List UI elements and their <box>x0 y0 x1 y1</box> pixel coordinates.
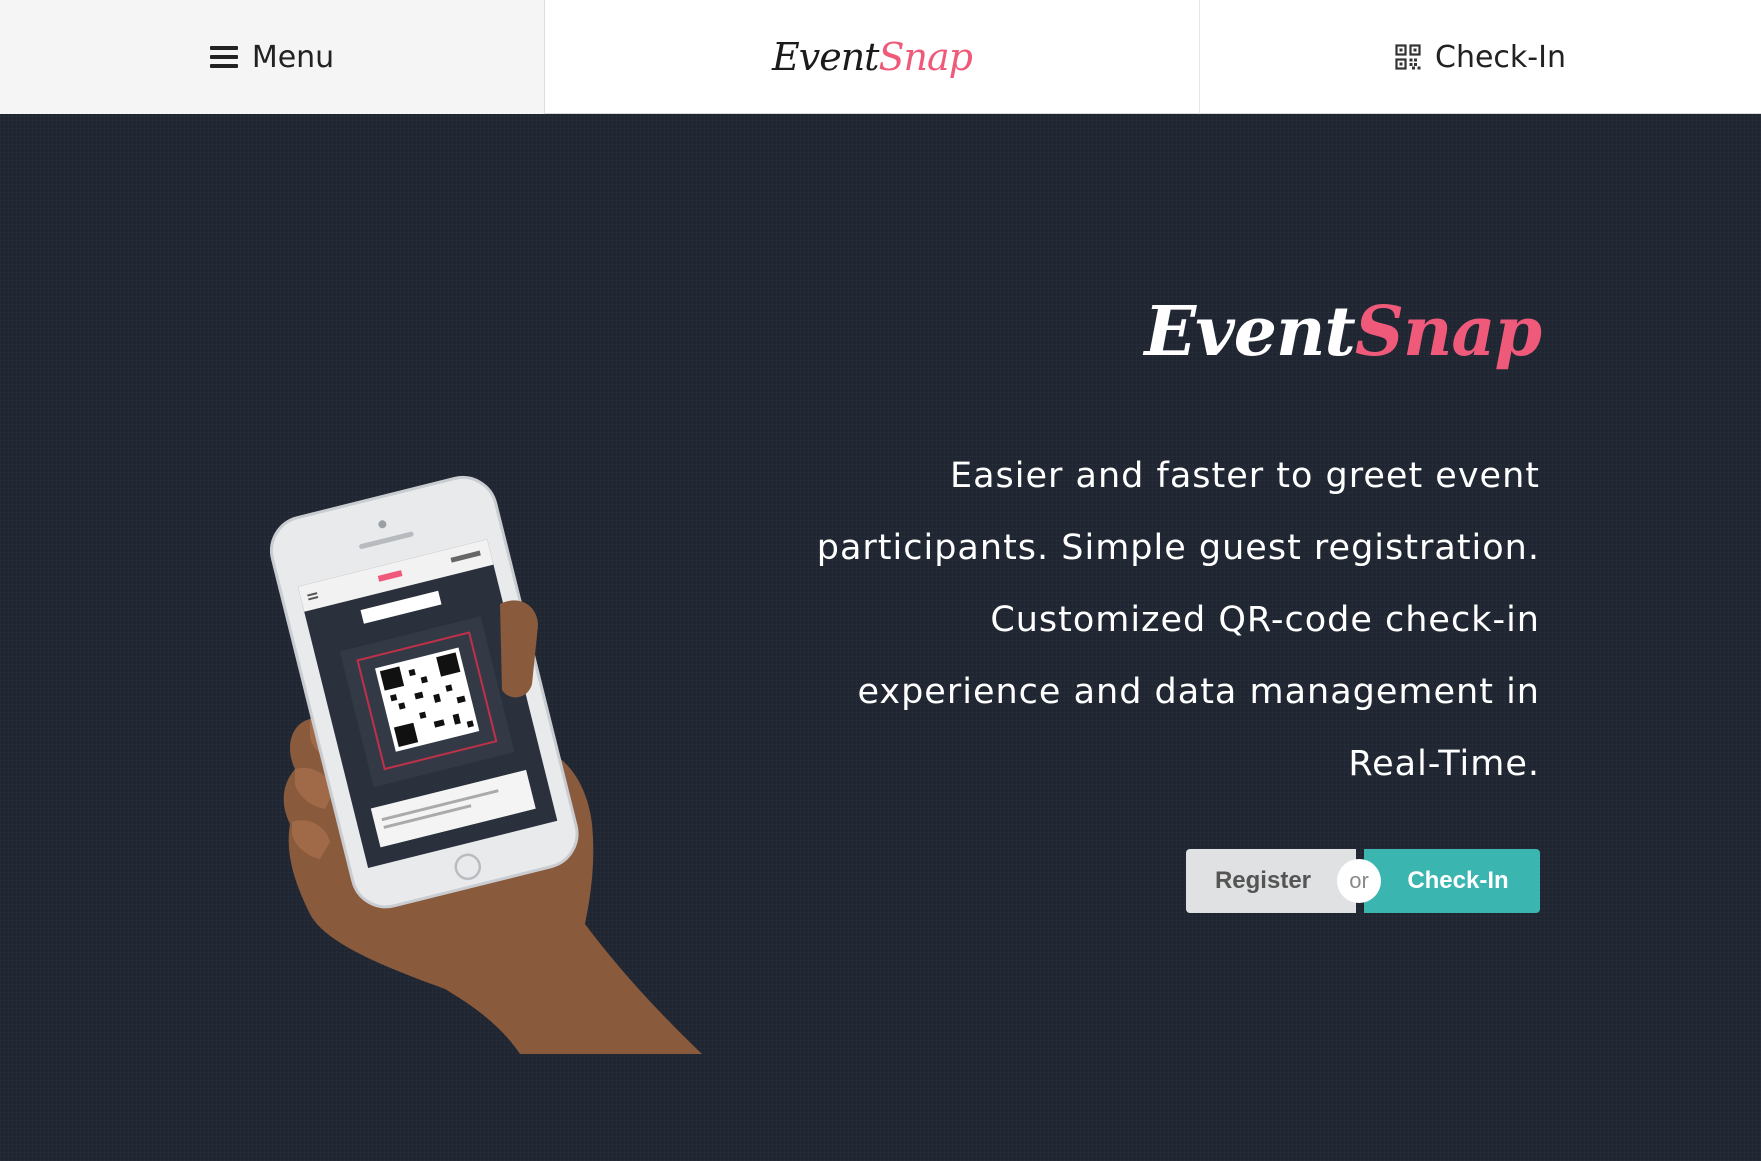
checkin-button[interactable]: Check-In <box>1364 849 1540 913</box>
header-logo[interactable]: EventSnap <box>545 0 1200 114</box>
phone-in-hand-illustration <box>270 475 702 1054</box>
register-button[interactable]: Register <box>1186 849 1356 913</box>
logo-snap-text: Snap <box>878 35 972 79</box>
menu-button[interactable]: Menu <box>0 0 545 114</box>
header-checkin-button[interactable]: Check-In <box>1200 0 1761 114</box>
top-navigation-bar: Menu EventSnap Check-In <box>0 0 1761 114</box>
hero-logo-snap-text: Snap <box>1354 292 1542 372</box>
menu-label: Menu <box>251 39 335 75</box>
qr-code-icon <box>1395 44 1421 70</box>
hero-section: EventSnap Easier and faster to greet eve… <box>0 114 1761 1161</box>
logo-wordmark: EventSnap <box>772 35 973 79</box>
checkin-label: Check-In <box>1435 39 1566 75</box>
cta-button-group: Register Check-In or <box>1186 849 1540 913</box>
logo-event-text: Event <box>772 35 879 79</box>
hero-logo-event-text: Event <box>1144 292 1355 372</box>
hamburger-icon <box>209 46 238 68</box>
or-divider-badge: or <box>1337 859 1381 903</box>
hero-logo: EventSnap <box>1144 292 1542 372</box>
hero-tagline: Easier and faster to greet event partici… <box>816 456 1540 784</box>
